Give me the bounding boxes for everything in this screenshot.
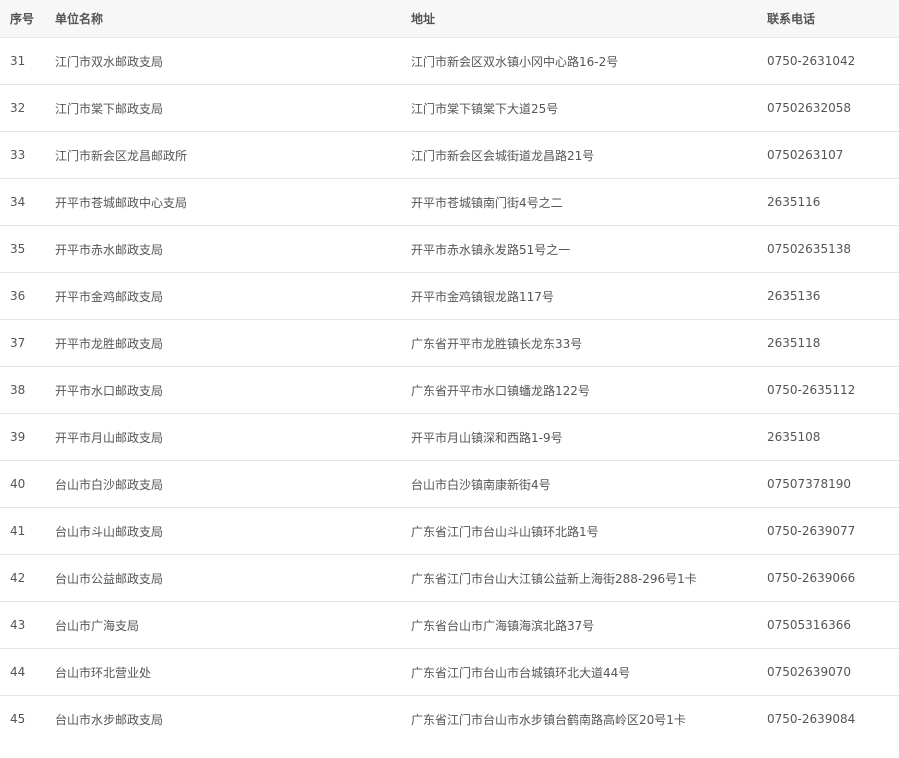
cell-name: 台山市白沙邮政支局 xyxy=(55,460,411,508)
cell-address: 广东省江门市台山大江镇公益新上海街288-296号1卡 xyxy=(411,554,767,602)
cell-seq: 32 xyxy=(0,84,55,132)
cell-phone: 07507378190 xyxy=(767,460,899,508)
cell-seq: 41 xyxy=(0,507,55,555)
header-phone: 联系电话 xyxy=(767,0,899,38)
cell-name: 开平市赤水邮政支局 xyxy=(55,225,411,273)
table-row: 35 开平市赤水邮政支局 开平市赤水镇永发路51号之一 07502635138 xyxy=(0,225,899,273)
cell-seq: 39 xyxy=(0,413,55,461)
cell-phone: 2635116 xyxy=(767,178,899,226)
table-header-row: 序号 单位名称 地址 联系电话 xyxy=(0,0,899,38)
cell-name: 台山市斗山邮政支局 xyxy=(55,507,411,555)
cell-phone: 0750-2639066 xyxy=(767,554,899,602)
header-address: 地址 xyxy=(411,0,767,38)
cell-name: 开平市水口邮政支局 xyxy=(55,366,411,414)
cell-address: 广东省江门市台山斗山镇环北路1号 xyxy=(411,507,767,555)
table-row: 37 开平市龙胜邮政支局 广东省开平市龙胜镇长龙东33号 2635118 xyxy=(0,319,899,367)
cell-address: 广东省台山市广海镇海滨北路37号 xyxy=(411,601,767,649)
cell-address: 广东省江门市台山市水步镇台鹤南路高岭区20号1卡 xyxy=(411,712,686,727)
cell-address: 开平市月山镇深和西路1-9号 xyxy=(411,413,767,461)
cell-phone: 07502639070 xyxy=(767,648,899,696)
cell-name: 江门市双水邮政支局 xyxy=(55,37,411,85)
cell-seq: 44 xyxy=(0,648,55,696)
cell-name: 开平市月山邮政支局 xyxy=(55,413,411,461)
table-row: 39 开平市月山邮政支局 开平市月山镇深和西路1-9号 2635108 xyxy=(0,413,899,461)
table-row: 33 江门市新会区龙昌邮政所 江门市新会区会城街道龙昌路21号 0750263107 xyxy=(0,131,899,179)
cell-phone: 0750-2639084 xyxy=(767,712,856,726)
cell-name: 开平市苍城邮政中心支局 xyxy=(55,178,411,226)
table-row: 36 开平市金鸡邮政支局 开平市金鸡镇银龙路117号 2635136 xyxy=(0,272,899,320)
cell-seq: 40 xyxy=(0,460,55,508)
cell-name: 台山市环北营业处 xyxy=(55,648,411,696)
post-office-table: 序号 单位名称 地址 联系电话 31 江门市双水邮政支局 江门市新会区双水镇小冈中心… xyxy=(0,0,899,742)
cell-name: 江门市棠下邮政支局 xyxy=(55,84,411,132)
cell-seq: 34 xyxy=(0,178,55,226)
table-row: 38 开平市水口邮政支局 广东省开平市水口镇蟠龙路122号 0750-2635112 xyxy=(0,366,899,414)
cell-seq: 35 xyxy=(0,225,55,273)
table-row: 31 江门市双水邮政支局 江门市新会区双水镇小冈中心路16-2号 0750-26310… xyxy=(0,37,899,85)
cell-address: 江门市新会区双水镇小冈中心路16-2号 xyxy=(411,37,767,85)
cell-seq: 37 xyxy=(0,319,55,367)
cell-phone: 0750263107 xyxy=(767,131,899,179)
cell-address: 广东省江门市台山市台城镇环北大道44号 xyxy=(411,648,767,696)
cell-name: 台山市水步邮政支局 xyxy=(55,712,164,727)
cell-phone: 0750-2639077 xyxy=(767,507,899,555)
cell-seq: 31 xyxy=(0,37,55,85)
cell-phone: 07505316366 xyxy=(767,601,899,649)
cell-phone: 07502635138 xyxy=(767,225,899,273)
table-row: 42 台山市公益邮政支局 广东省江门市台山大江镇公益新上海街288-296号1卡 07… xyxy=(0,554,899,602)
cell-phone: 2635118 xyxy=(767,319,899,367)
table-row: 34 开平市苍城邮政中心支局 开平市苍城镇南门街4号之二 2635116 xyxy=(0,178,899,226)
cell-seq: 33 xyxy=(0,131,55,179)
cell-address: 广东省开平市龙胜镇长龙东33号 xyxy=(411,319,767,367)
table-row: 45 台山市水步邮政支局 广东省江门市台山市水步镇台鹤南路高岭区20号1卡 0750-… xyxy=(0,696,899,743)
cell-seq: 43 xyxy=(0,601,55,649)
header-seq: 序号 xyxy=(0,0,55,38)
cell-name: 江门市新会区龙昌邮政所 xyxy=(55,131,411,179)
cell-name: 台山市广海支局 xyxy=(55,601,411,649)
cell-address: 开平市赤水镇永发路51号之一 xyxy=(411,225,767,273)
cell-phone: 2635108 xyxy=(767,413,899,461)
cell-phone: 0750-2635112 xyxy=(767,366,899,414)
cell-name: 开平市龙胜邮政支局 xyxy=(55,319,411,367)
cell-address: 江门市新会区会城街道龙昌路21号 xyxy=(411,131,767,179)
cell-address: 江门市棠下镇棠下大道25号 xyxy=(411,84,767,132)
cell-phone: 2635136 xyxy=(767,272,899,320)
table-row: 44 台山市环北营业处 广东省江门市台山市台城镇环北大道44号 07502639070 xyxy=(0,648,899,696)
cell-name: 台山市公益邮政支局 xyxy=(55,554,411,602)
cell-address: 开平市金鸡镇银龙路117号 xyxy=(411,272,767,320)
cell-seq: 36 xyxy=(0,272,55,320)
cell-phone: 07502632058 xyxy=(767,84,899,132)
cell-seq: 42 xyxy=(0,554,55,602)
cell-name: 开平市金鸡邮政支局 xyxy=(55,272,411,320)
table-row: 40 台山市白沙邮政支局 台山市白沙镇南康新街4号 07507378190 xyxy=(0,460,899,508)
cell-address: 开平市苍城镇南门街4号之二 xyxy=(411,178,767,226)
cell-address: 台山市白沙镇南康新街4号 xyxy=(411,460,767,508)
cell-seq: 38 xyxy=(0,366,55,414)
cell-seq: 45 xyxy=(10,712,26,726)
table-row: 43 台山市广海支局 广东省台山市广海镇海滨北路37号 07505316366 xyxy=(0,601,899,649)
cell-address: 广东省开平市水口镇蟠龙路122号 xyxy=(411,366,767,414)
table-row: 32 江门市棠下邮政支局 江门市棠下镇棠下大道25号 07502632058 xyxy=(0,84,899,132)
cell-phone: 0750-2631042 xyxy=(767,37,899,85)
header-name: 单位名称 xyxy=(55,0,411,38)
table-row: 41 台山市斗山邮政支局 广东省江门市台山斗山镇环北路1号 0750-2639077 xyxy=(0,507,899,555)
table-body: 31 江门市双水邮政支局 江门市新会区双水镇小冈中心路16-2号 0750-26310… xyxy=(0,37,899,743)
